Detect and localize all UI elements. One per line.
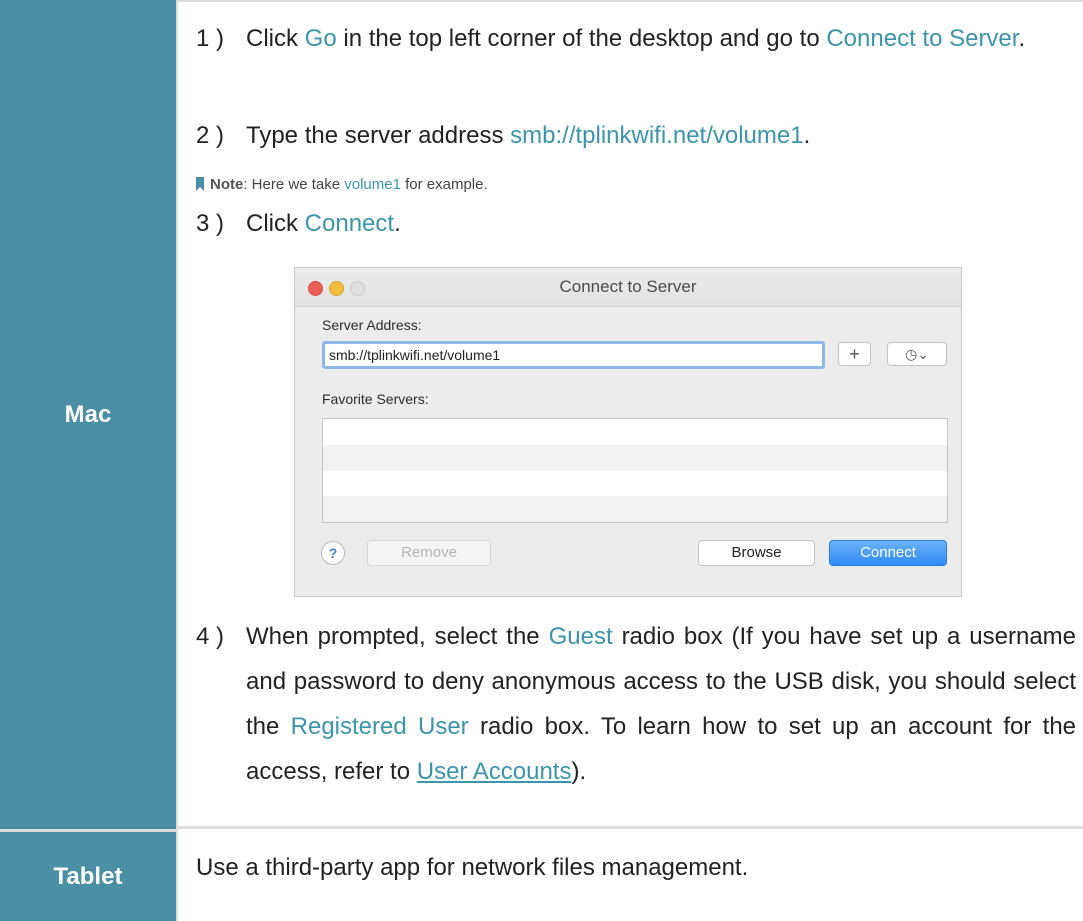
row-label-mac: Mac — [0, 0, 178, 832]
dialog-title: Connect to Server — [559, 277, 697, 296]
row-label-tablet: Tablet — [0, 832, 178, 921]
step-number: 1 ) — [196, 25, 225, 52]
registered-user-term: Registered User — [290, 713, 469, 740]
list-row[interactable] — [323, 471, 947, 497]
dialog-titlebar: Connect to Server — [295, 268, 961, 307]
step-number: 2 ) — [196, 122, 225, 149]
list-row[interactable] — [323, 444, 947, 471]
help-icon: ? — [328, 545, 338, 561]
step-text: When prompted, select the Guest radio bo… — [246, 623, 1077, 785]
bookmark-icon — [196, 177, 204, 191]
connect-button[interactable]: Connect — [829, 540, 947, 566]
connect-to-server-term: Connect to Server — [826, 25, 1019, 52]
help-button[interactable]: ? — [321, 541, 345, 565]
server-address-term: smb://tplinkwifi.net/volume1 — [510, 122, 804, 149]
server-address-input[interactable]: smb://tplinkwifi.net/volume1 — [322, 341, 825, 369]
server-address-label: Server Address: — [322, 317, 422, 333]
browse-button[interactable]: Browse — [698, 540, 815, 566]
note-volume-term: volume1 — [344, 176, 401, 193]
plus-icon: + — [849, 344, 860, 364]
recent-servers-button[interactable]: ◷⌄ — [887, 342, 947, 366]
note: Note: Here we take volume1 for example. — [196, 176, 488, 193]
go-menu-term: Go — [304, 25, 337, 52]
list-row[interactable] — [323, 419, 947, 445]
step-text: Click Go in the top left corner of the d… — [246, 25, 1026, 52]
guest-term: Guest — [548, 623, 613, 650]
favorite-servers-list[interactable] — [322, 418, 948, 523]
list-row[interactable] — [323, 496, 947, 522]
step-number: 4 ) — [196, 623, 225, 650]
user-accounts-link[interactable]: User Accounts — [417, 758, 572, 785]
add-favorite-button[interactable]: + — [838, 342, 871, 366]
connect-to-server-dialog: Connect to Server Server Address: smb://… — [294, 267, 962, 597]
tablet-text: Use a third-party app for network files … — [196, 854, 749, 881]
favorite-servers-label: Favorite Servers: — [322, 391, 429, 407]
tablet-instructions: Use a third-party app for network files … — [178, 832, 1083, 921]
note-label: Note — [210, 176, 244, 193]
history-icon: ◷⌄ — [905, 346, 929, 362]
step-text: Click Connect. — [246, 210, 401, 237]
step-text: Type the server address smb://tplinkwifi… — [246, 122, 811, 149]
instructions-table: Mac 1 ) Click Go in the top left corner … — [0, 0, 1083, 921]
remove-button[interactable]: Remove — [367, 540, 491, 566]
step-number: 3 ) — [196, 210, 225, 237]
connect-term: Connect — [304, 210, 395, 237]
